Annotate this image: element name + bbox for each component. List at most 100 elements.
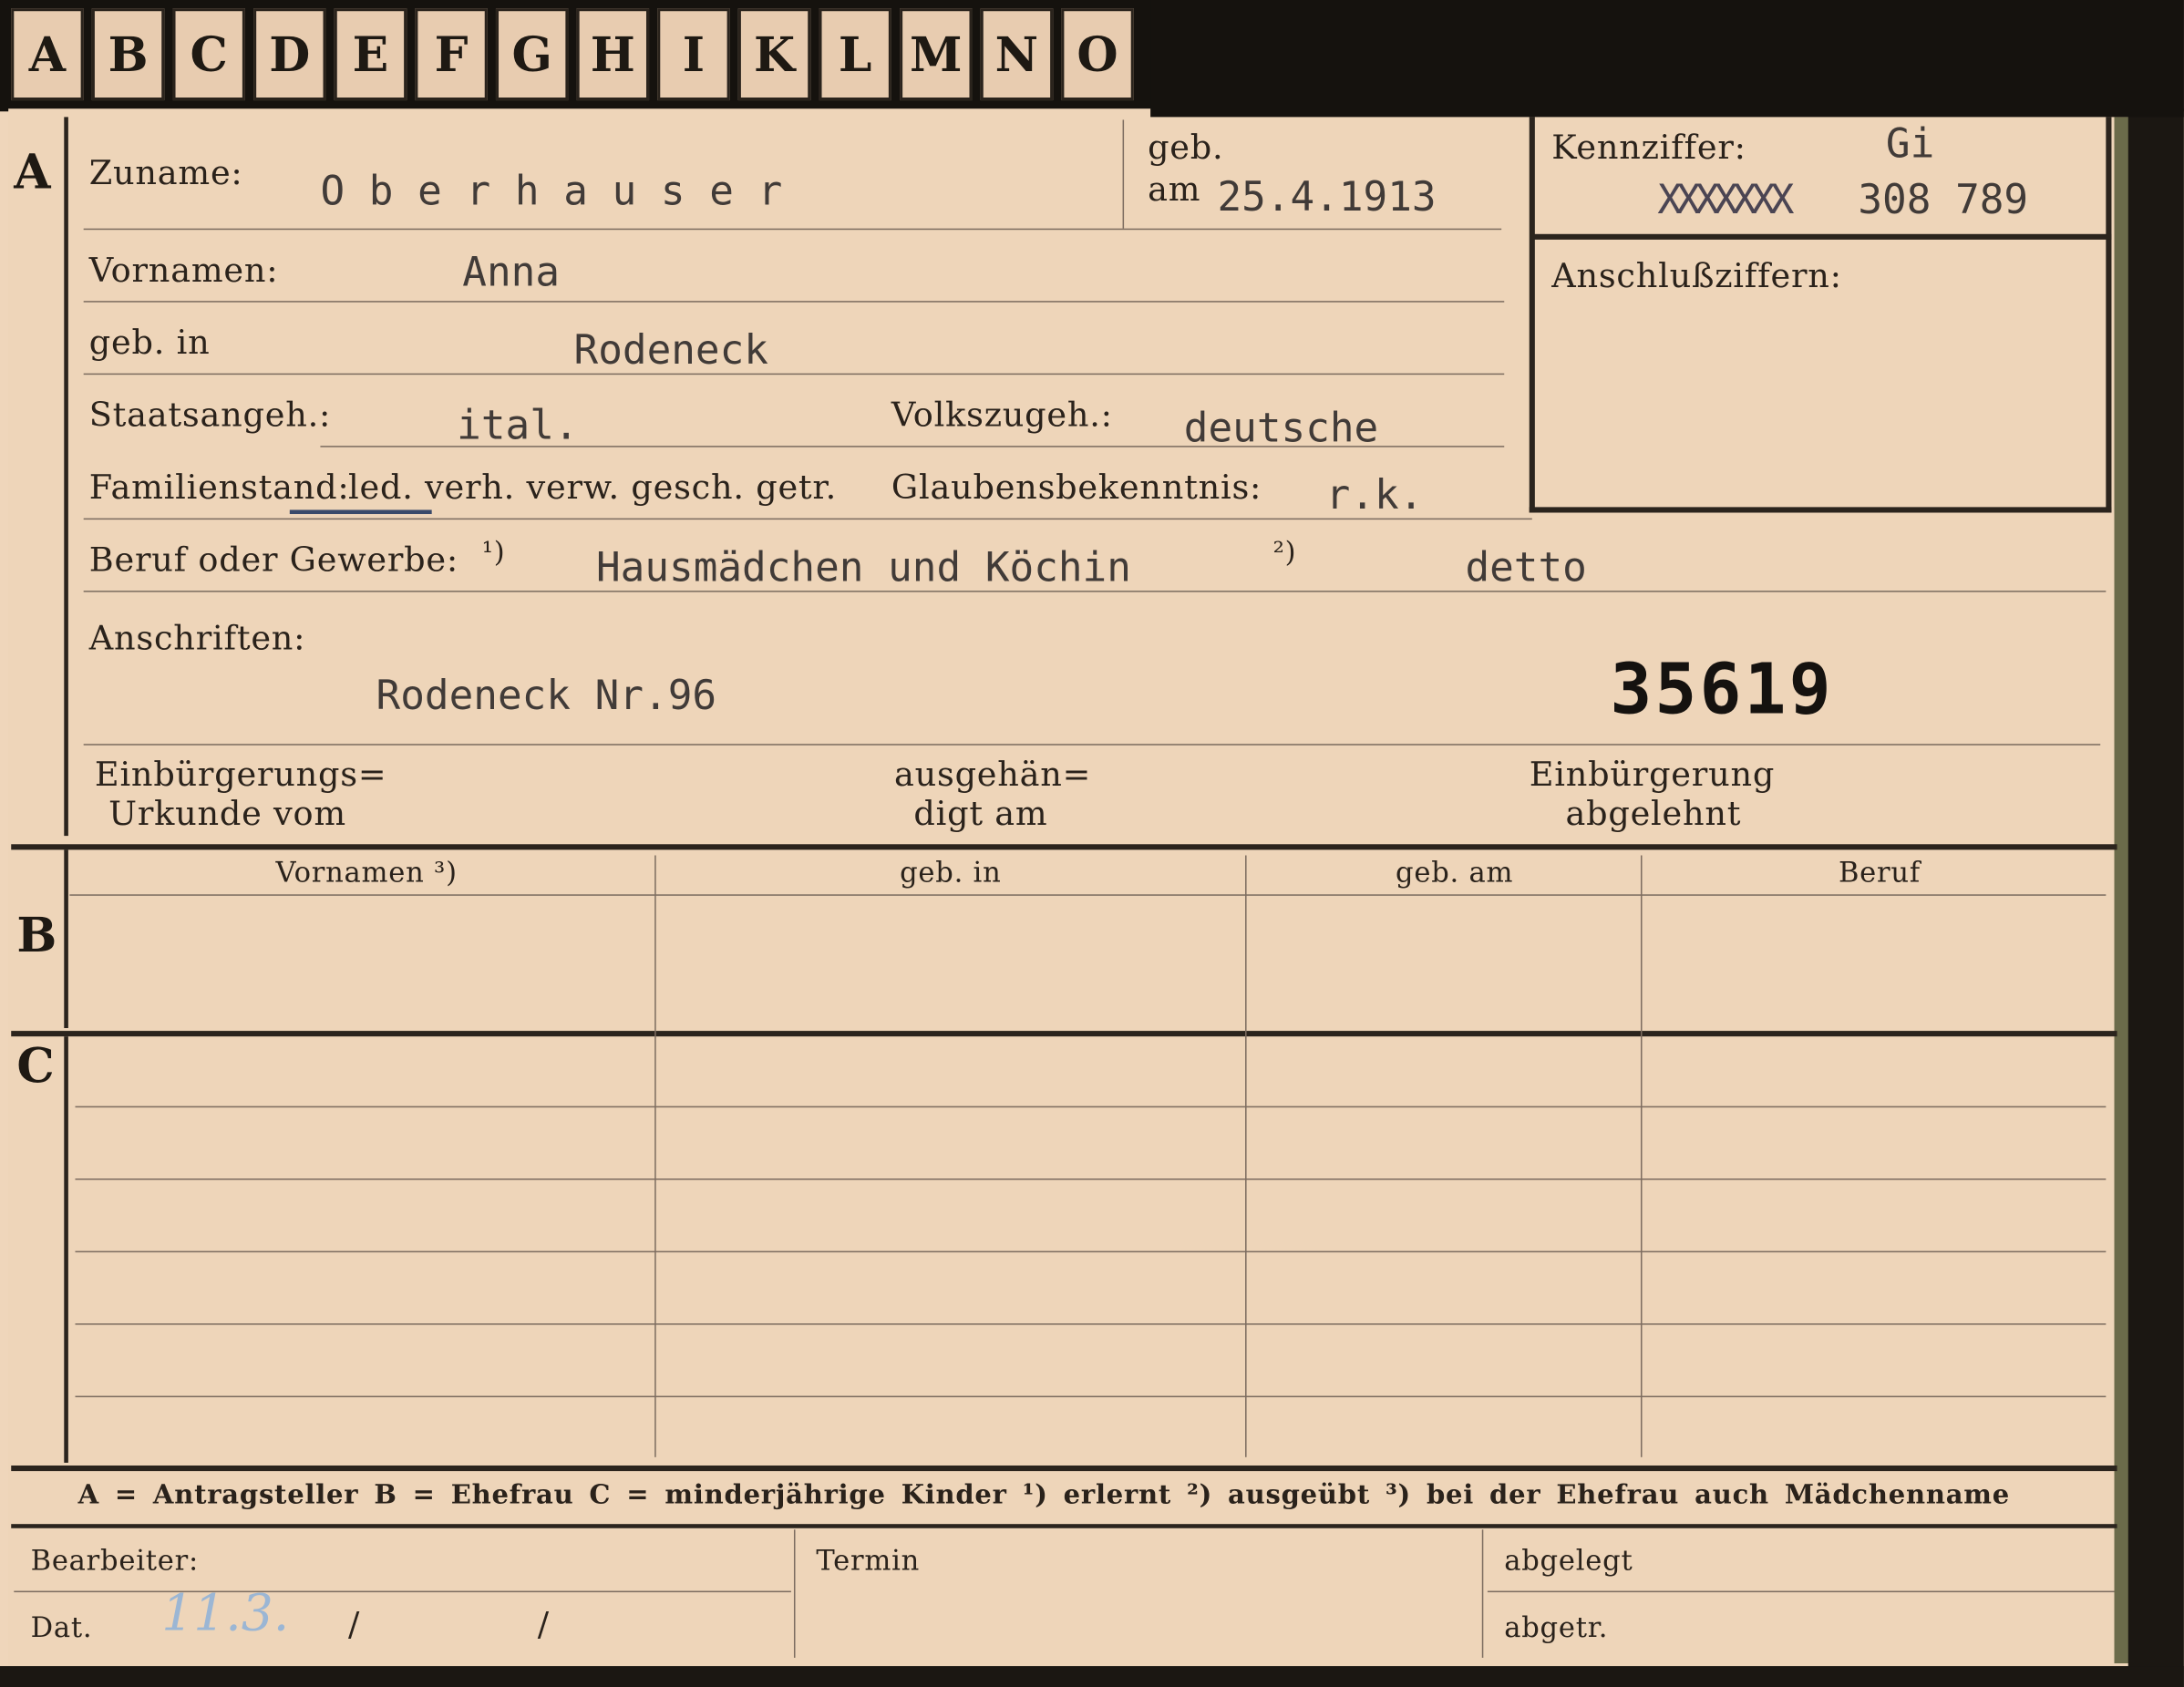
- header-geb-in: geb. in: [900, 855, 1002, 890]
- alphabet-tab-h: H: [576, 8, 650, 101]
- index-card-scan: ABCDEFGHIKLMNO A Zuname: O b e r h a u s…: [0, 0, 2184, 1687]
- value-kennziffer-number: 308 789: [1858, 175, 2029, 223]
- label-volkszugehoerigkeit: Volkszugeh.:: [891, 396, 1113, 435]
- value-zuname: O b e r h a u s e r: [320, 167, 783, 215]
- label-familienstand: Familienstand:: [88, 468, 350, 508]
- label-beruf: Beruf oder Gewerbe:: [88, 540, 458, 580]
- header-beruf: Beruf: [1838, 855, 1921, 890]
- row-line-zuname: [83, 228, 1502, 231]
- section-c-letter: C: [16, 1039, 55, 1096]
- label-einbuergerungsurkunde-1: Einbürgerungs=: [94, 755, 387, 795]
- label-zuname: Zuname:: [88, 153, 243, 192]
- alphabet-tab-d: D: [253, 8, 326, 101]
- column-divider-3: [1640, 855, 1643, 1457]
- footer-divider-2: [1481, 1529, 1484, 1658]
- alphabet-tab-k: K: [737, 8, 811, 101]
- label-staatsangehoerigkeit: Staatsangeh.:: [88, 396, 332, 435]
- label-vornamen: Vornamen:: [88, 251, 279, 290]
- kennziffer-divider: [1531, 233, 2112, 240]
- alphabet-tab-a: A: [11, 8, 84, 101]
- value-vornamen: Anna: [462, 248, 561, 296]
- alphabet-tab-m: M: [900, 8, 973, 101]
- legend-text: A = Antragsteller B = Ehefrau C = minder…: [77, 1479, 2010, 1510]
- label-einbuergerung-abgelehnt-1: Einbürgerung: [1529, 755, 1776, 795]
- header-geb-am: geb. am: [1396, 855, 1514, 890]
- label-datum: Dat.: [30, 1610, 93, 1644]
- background-right: [2127, 108, 2184, 1687]
- label-abgetragen: abgetr.: [1504, 1610, 1609, 1644]
- section-c-row-line-3: [75, 1250, 2107, 1253]
- familienstand-underline-ledig: [289, 509, 432, 515]
- label-geb: geb.: [1148, 128, 1224, 168]
- stamped-number: 35619: [1610, 649, 1834, 730]
- value-glaubensbekenntnis: r.k.: [1325, 470, 1424, 519]
- value-kennziffer-prefix: Gi: [1885, 119, 1935, 168]
- section-c-row-line-4: [75, 1323, 2107, 1325]
- row-line-anschriften: [83, 744, 2101, 746]
- alphabet-tab-l: L: [819, 8, 891, 101]
- background-bottom: [0, 1666, 2184, 1687]
- value-staatsangehoerigkeit: ital.: [457, 401, 579, 449]
- section-b-margin-line: [64, 849, 68, 1029]
- label-am: am: [1148, 170, 1201, 210]
- alphabet-tab-f: F: [415, 8, 488, 101]
- section-c-row-line-2: [75, 1178, 2107, 1180]
- section-c-top-rule: [11, 1031, 2117, 1037]
- row-line-beruf: [83, 591, 2107, 592]
- section-b-header-rule: [69, 894, 2107, 896]
- column-divider-1: [654, 855, 656, 1457]
- label-ausgehaendigt-1: ausgehän=: [893, 755, 1092, 795]
- date-slash-2: /: [537, 1604, 550, 1644]
- alphabet-tab-c: C: [172, 8, 245, 101]
- footnote-mark-2: ²): [1272, 534, 1297, 569]
- section-a-margin-line: [64, 117, 68, 837]
- alphabet-tab-n: N: [980, 8, 1054, 101]
- legend-bottom-rule: [11, 1524, 2117, 1528]
- label-abgelegt: abgelegt: [1504, 1543, 1633, 1578]
- geb-column-divider: [1122, 119, 1125, 229]
- value-volkszugehoerigkeit: deutsche: [1183, 404, 1379, 452]
- label-geb-in: geb. in: [88, 323, 211, 363]
- legend-top-rule: [11, 1465, 2117, 1472]
- section-a-letter: A: [14, 144, 51, 201]
- row-line-vornamen: [83, 301, 1505, 303]
- section-c-row-line-1: [75, 1106, 2107, 1108]
- alphabet-tab-b: B: [91, 8, 165, 101]
- background-top-right: [1150, 0, 2184, 118]
- footer-divider-1: [793, 1529, 796, 1658]
- label-anschlussziffern: Anschlußziffern:: [1551, 256, 1842, 296]
- label-termin: Termin: [816, 1543, 921, 1578]
- index-card: ABCDEFGHIKLMNO A Zuname: O b e r h a u s…: [0, 0, 2184, 1687]
- alphabet-tab-i: I: [657, 8, 730, 101]
- label-kennziffer: Kennziffer:: [1551, 128, 1746, 168]
- value-beruf-ausgeuebt: detto: [1465, 543, 1587, 591]
- label-einbuergerungsurkunde-2: Urkunde vom: [108, 794, 346, 834]
- row-line-geb-in: [83, 373, 1505, 375]
- value-geb-in: Rodeneck: [573, 325, 768, 374]
- header-vornamen: Vornamen ³): [275, 855, 458, 890]
- alphabet-tab-g: G: [495, 8, 569, 101]
- footer-row-rule-left: [14, 1590, 791, 1593]
- footnote-mark-1: ¹): [481, 534, 506, 569]
- label-anschriften: Anschriften:: [88, 618, 306, 658]
- label-bearbeiter: Bearbeiter:: [30, 1543, 200, 1578]
- handwritten-date: 11.3.: [161, 1585, 290, 1643]
- label-einbuergerung-abgelehnt-2: abgelehnt: [1565, 794, 1742, 834]
- date-slash-1: /: [348, 1604, 361, 1644]
- value-beruf-erlernt: Hausmädchen und Köchin: [595, 543, 1131, 591]
- alphabet-tab-e: E: [334, 8, 407, 101]
- value-kennziffer-struck: XXXXXXX: [1657, 175, 1794, 223]
- value-anschrift: Rodeneck Nr.96: [376, 671, 717, 719]
- value-geb-am: 25.4.1913: [1217, 172, 1437, 221]
- section-b-letter: B: [16, 908, 57, 964]
- section-c-margin-line: [64, 1036, 68, 1463]
- footer-row-rule-right: [1487, 1590, 2115, 1593]
- familienstand-options: led. verh. verw. gesch. getr.: [348, 468, 838, 508]
- label-ausgehaendigt-2: digt am: [913, 794, 1048, 834]
- column-divider-2: [1245, 855, 1247, 1457]
- alphabet-tab-o: O: [1061, 8, 1134, 101]
- section-c-row-line-5: [75, 1395, 2107, 1398]
- row-line-familienstand: [83, 518, 1532, 520]
- section-b-top-rule: [11, 844, 2117, 850]
- label-glaubensbekenntnis: Glaubensbekenntnis:: [891, 468, 1262, 508]
